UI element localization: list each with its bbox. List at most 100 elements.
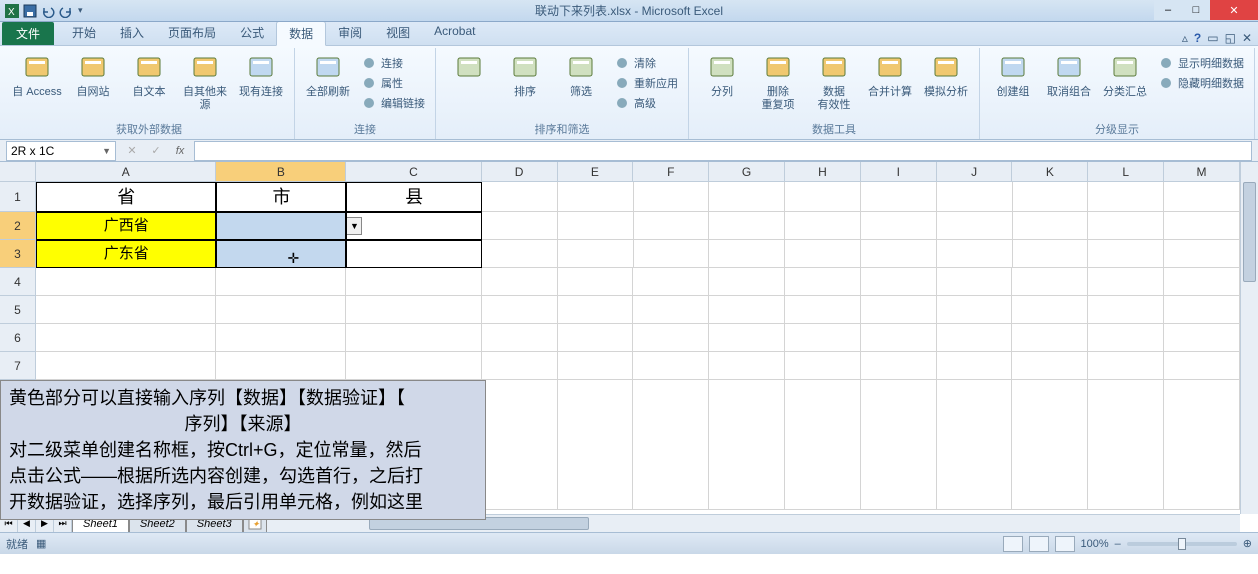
close-button[interactable]: ✕ (1210, 0, 1258, 20)
horizontal-scrollbar[interactable] (367, 515, 1240, 532)
row-header-2[interactable]: 2 (0, 212, 36, 240)
refresh-all-button[interactable]: 全部刷新 (301, 50, 355, 101)
tab-数据[interactable]: 数据 (276, 21, 326, 46)
cell-J3[interactable] (937, 240, 1013, 268)
cell-H1[interactable] (785, 182, 861, 212)
enter-formula-icon[interactable]: ✓ (146, 142, 166, 160)
select-all-corner[interactable] (0, 162, 36, 182)
tab-视图[interactable]: 视图 (374, 21, 422, 45)
cell-C2[interactable] (346, 212, 481, 240)
cell-G8[interactable] (709, 380, 785, 510)
cell-M5[interactable] (1164, 296, 1240, 324)
workbook-minimize-icon[interactable]: ▭ (1207, 31, 1218, 45)
zoom-out-button[interactable]: – (1115, 538, 1121, 550)
remove-dup-button[interactable]: 删除重复项 (751, 50, 805, 114)
normal-view-button[interactable] (1003, 536, 1023, 552)
tab-Acrobat[interactable]: Acrobat (422, 21, 487, 45)
row-header-7[interactable]: 7 (0, 352, 36, 380)
cell-F2[interactable] (634, 212, 710, 240)
cell-A5[interactable] (36, 296, 216, 324)
cell-L8[interactable] (1088, 380, 1164, 510)
page-layout-view-button[interactable] (1029, 536, 1049, 552)
col-header-I[interactable]: I (861, 162, 937, 182)
existing-conn-button[interactable]: 现有连接 (234, 50, 288, 101)
cell-H6[interactable] (785, 324, 861, 352)
maximize-button[interactable]: □ (1182, 0, 1210, 20)
cell-G6[interactable] (709, 324, 785, 352)
row-header-4[interactable]: 4 (0, 268, 36, 296)
tab-公式[interactable]: 公式 (228, 21, 276, 45)
cell-B5[interactable] (216, 296, 346, 324)
reapply-button[interactable]: 重新应用 (610, 74, 682, 92)
cell-I5[interactable] (861, 296, 937, 324)
ribbon-minimize-icon[interactable]: ▵ (1182, 31, 1188, 45)
cell-L2[interactable] (1088, 212, 1164, 240)
cell-E7[interactable] (558, 352, 634, 380)
cell-I7[interactable] (861, 352, 937, 380)
cell-F3[interactable] (634, 240, 710, 268)
save-icon[interactable] (22, 3, 38, 19)
cell-A2[interactable]: 广西省 (36, 212, 216, 240)
zoom-level[interactable]: 100% (1081, 538, 1109, 550)
cell-L1[interactable] (1088, 182, 1164, 212)
cell-G7[interactable] (709, 352, 785, 380)
cell-G2[interactable] (709, 212, 785, 240)
cell-B4[interactable] (216, 268, 346, 296)
cell-J2[interactable] (937, 212, 1013, 240)
cell-C7[interactable] (346, 352, 481, 380)
cell-B6[interactable] (216, 324, 346, 352)
cell-B2[interactable]: ▼ (216, 212, 346, 240)
cell-F4[interactable] (633, 268, 709, 296)
cell-C5[interactable] (346, 296, 481, 324)
cell-C4[interactable] (346, 268, 481, 296)
cell-J6[interactable] (937, 324, 1013, 352)
cell-A3[interactable]: 广东省 (36, 240, 216, 268)
cell-H5[interactable] (785, 296, 861, 324)
cell-M4[interactable] (1164, 268, 1240, 296)
col-header-G[interactable]: G (709, 162, 785, 182)
sort-az-button[interactable] (442, 50, 496, 88)
cell-E4[interactable] (558, 268, 634, 296)
cell-L4[interactable] (1088, 268, 1164, 296)
cell-D8[interactable] (482, 380, 558, 510)
vertical-scrollbar[interactable] (1240, 162, 1258, 514)
col-header-H[interactable]: H (785, 162, 861, 182)
filter-button[interactable]: 筛选 (554, 50, 608, 101)
group-button[interactable]: 创建组 (986, 50, 1040, 101)
cell-D4[interactable] (482, 268, 558, 296)
cell-K2[interactable] (1013, 212, 1089, 240)
row-header-1[interactable]: 1 (0, 182, 36, 212)
cell-E6[interactable] (558, 324, 634, 352)
zoom-slider[interactable] (1127, 542, 1237, 546)
col-header-J[interactable]: J (937, 162, 1013, 182)
cell-M8[interactable] (1164, 380, 1240, 510)
cell-F1[interactable] (634, 182, 710, 212)
from-other-button[interactable]: 自其他来源 (178, 50, 232, 114)
cell-A7[interactable] (36, 352, 216, 380)
file-tab[interactable]: 文件 (2, 22, 54, 45)
cell-H2[interactable] (785, 212, 861, 240)
from-access-button[interactable]: 自 Access (10, 50, 64, 101)
col-header-M[interactable]: M (1164, 162, 1240, 182)
cell-A4[interactable] (36, 268, 216, 296)
cell-I1[interactable] (861, 182, 937, 212)
cell-K8[interactable] (1012, 380, 1088, 510)
cell-D1[interactable] (482, 182, 558, 212)
connections-button[interactable]: 连接 (357, 54, 429, 72)
cell-E3[interactable] (558, 240, 634, 268)
cell-J4[interactable] (937, 268, 1013, 296)
clear-button[interactable]: 清除 (610, 54, 682, 72)
cell-A6[interactable] (36, 324, 216, 352)
cell-D6[interactable] (482, 324, 558, 352)
cell-E2[interactable] (558, 212, 634, 240)
cancel-formula-icon[interactable]: ✕ (122, 142, 142, 160)
cell-C3[interactable] (346, 240, 481, 268)
cell-F7[interactable] (633, 352, 709, 380)
col-header-C[interactable]: C (346, 162, 481, 182)
cell-D3[interactable] (482, 240, 558, 268)
cell-L5[interactable] (1088, 296, 1164, 324)
cell-F5[interactable] (633, 296, 709, 324)
zoom-in-button[interactable]: ⊕ (1243, 537, 1252, 550)
cell-B3[interactable]: ✛ (216, 240, 346, 268)
tab-审阅[interactable]: 审阅 (326, 21, 374, 45)
